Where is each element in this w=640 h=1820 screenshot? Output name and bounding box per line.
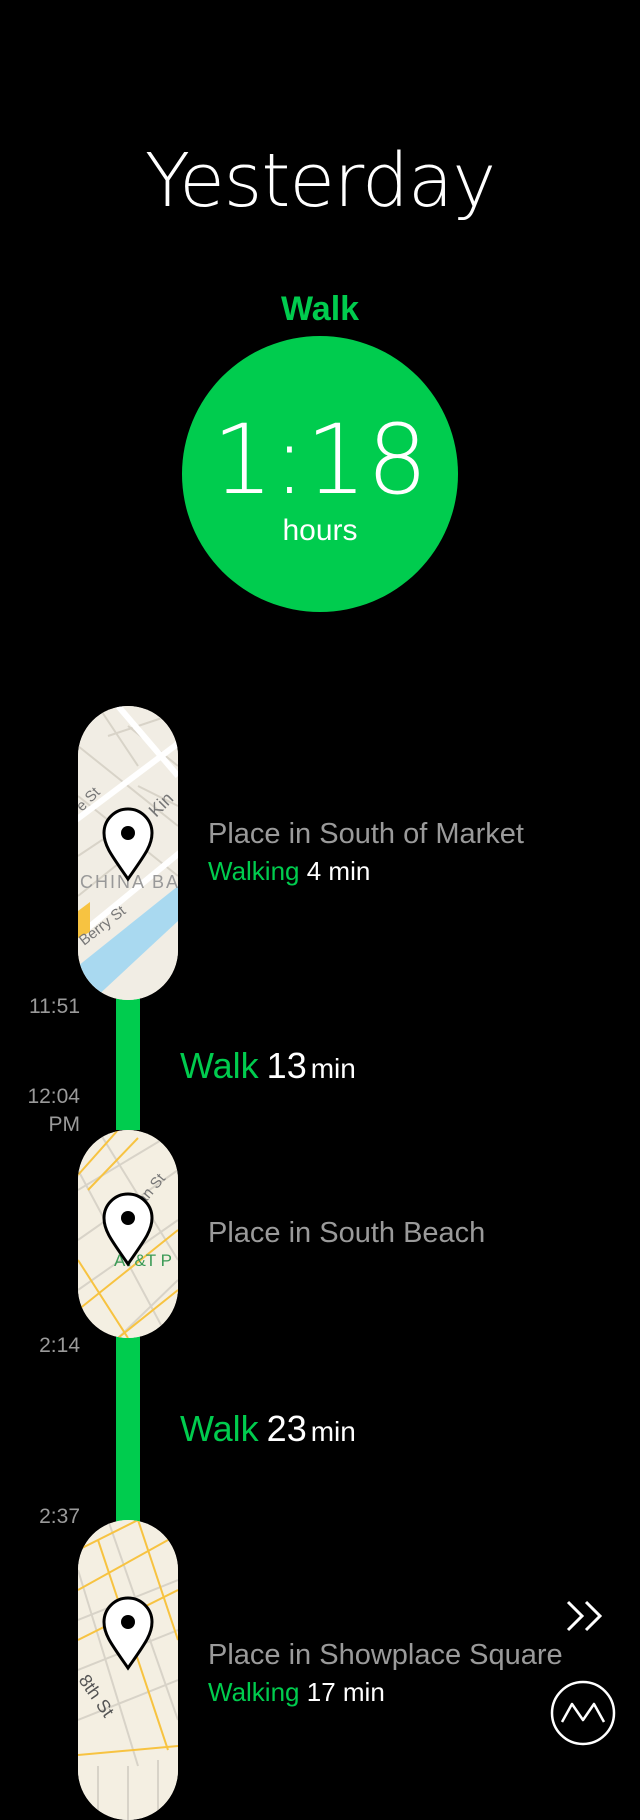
place-activity: Walking: [208, 1677, 300, 1707]
time-label: 11:51: [29, 995, 80, 1018]
place-name[interactable]: Place in South Beach: [208, 1217, 485, 1250]
place-activity-summary: Walking 4 min: [208, 856, 370, 887]
move-activity: Walk: [180, 1045, 259, 1086]
move-bar-2: [116, 1336, 140, 1524]
summary-activity-label: Walk: [280, 290, 360, 328]
move-duration-unit: min: [310, 1416, 356, 1447]
summary-duration-unit: hours: [282, 514, 358, 547]
time-label: PM: [48, 1113, 81, 1136]
time-label: 2:37: [39, 1505, 80, 1528]
time-label: 12:04: [27, 1085, 80, 1108]
place-name[interactable]: Place in South of Market: [208, 818, 524, 851]
moves-logo-icon[interactable]: [550, 1680, 616, 1746]
move-bar-1: [116, 996, 140, 1130]
time-label: 2:14: [39, 1334, 80, 1357]
place-activity-duration: 17 min: [306, 1677, 385, 1707]
move-duration: 13: [266, 1045, 307, 1086]
move-activity: Walk: [180, 1408, 259, 1449]
place-activity: Walking: [208, 856, 300, 886]
summary-circle[interactable]: 1:18 hours: [182, 336, 458, 612]
move-duration: 23: [266, 1408, 307, 1449]
place-activity-duration: 4 min: [306, 856, 371, 886]
place-map-thumbnail[interactable]: 8th St: [78, 1520, 178, 1820]
page-title: Yesterday: [144, 138, 496, 224]
place-activity-summary: Walking 17 min: [208, 1677, 385, 1708]
place-map-thumbnail[interactable]: nan St AT&T P: [78, 1130, 178, 1338]
fast-forward-icon[interactable]: [564, 1598, 608, 1634]
summary-duration: 1:18: [212, 404, 428, 516]
move-row[interactable]: Walk 13 min: [180, 1045, 356, 1087]
move-duration-unit: min: [310, 1053, 356, 1084]
move-row[interactable]: Walk 23 min: [180, 1408, 356, 1450]
place-map-thumbnail[interactable]: Kin CHINA BA Berry St e St: [78, 706, 178, 1000]
place-name[interactable]: Place in Showplace Square: [208, 1639, 563, 1672]
